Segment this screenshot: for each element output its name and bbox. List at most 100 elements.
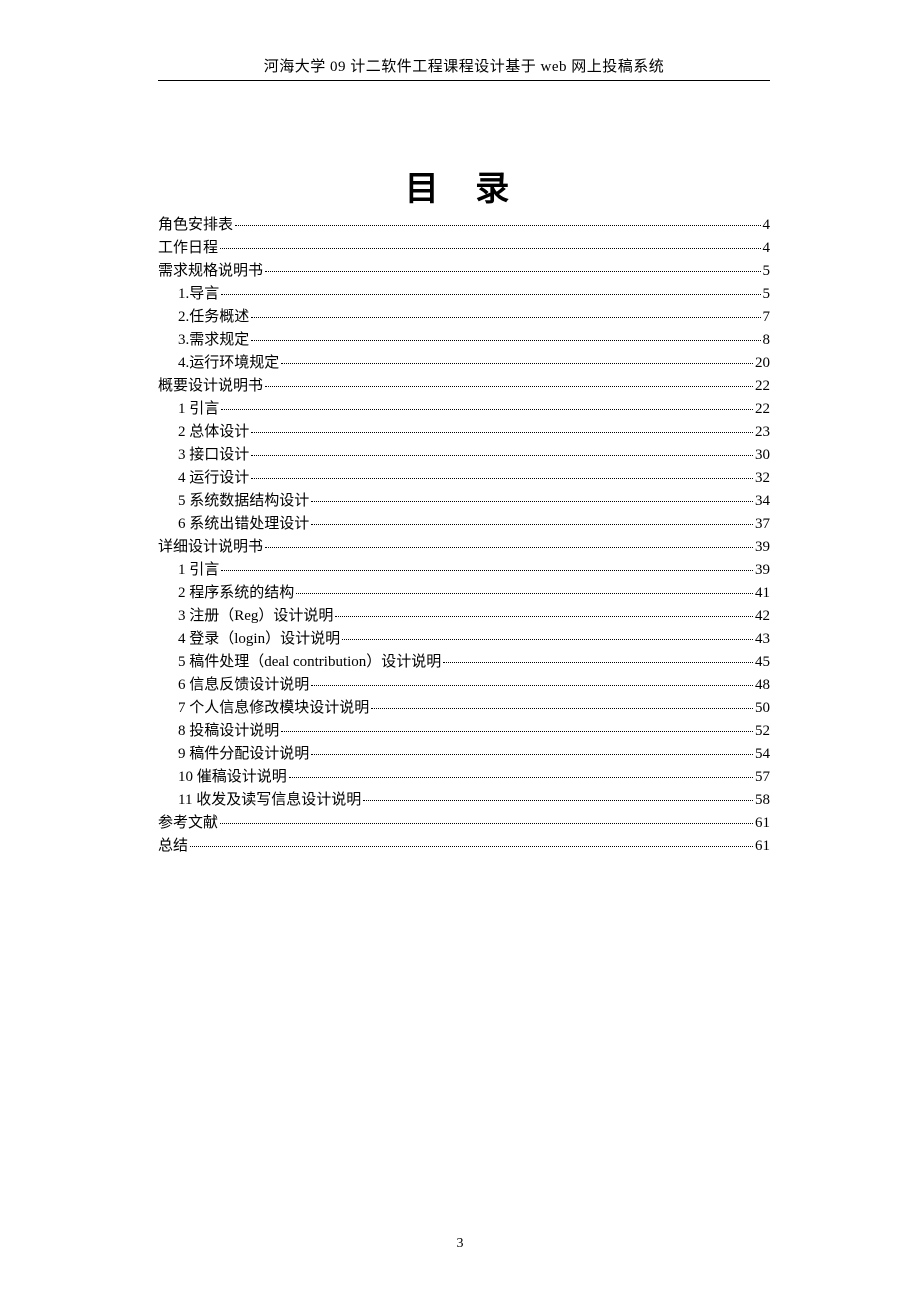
toc-entry-label: 3 注册（Reg）设计说明 xyxy=(178,609,333,624)
toc-leader xyxy=(311,501,753,502)
toc-entry-label: 角色安排表 xyxy=(158,218,233,233)
toc-row: 概要设计说明书 22 xyxy=(158,379,770,394)
toc-entry-page: 42 xyxy=(755,609,770,624)
toc-entry-label: 11 收发及读写信息设计说明 xyxy=(178,793,361,808)
toc-row: 11 收发及读写信息设计说明 58 xyxy=(158,793,770,808)
toc-entry-page: 57 xyxy=(755,770,770,785)
toc-entry-label: 1 引言 xyxy=(178,402,219,417)
toc-row: 参考文献 61 xyxy=(158,816,770,831)
toc-entry-page: 4 xyxy=(763,218,771,233)
toc-leader xyxy=(221,294,760,295)
toc-entry-page: 34 xyxy=(755,494,770,509)
toc-entry-label: 参考文献 xyxy=(158,816,218,831)
toc-leader xyxy=(251,432,753,433)
page: 河海大学 09 计二软件工程课程设计基于 web 网上投稿系统 目 录 角色安排… xyxy=(0,0,920,1302)
toc-entry-label: 8 投稿设计说明 xyxy=(178,724,279,739)
toc-row: 5 稿件处理（deal contribution）设计说明45 xyxy=(158,655,770,670)
toc-row: 3 接口设计30 xyxy=(158,448,770,463)
toc-leader xyxy=(265,386,753,387)
toc-entry-label: 工作日程 xyxy=(158,241,218,256)
toc-leader xyxy=(311,754,753,755)
toc-entry-page: 23 xyxy=(755,425,770,440)
toc-row: 6 系统出错处理设计 37 xyxy=(158,517,770,532)
toc-leader xyxy=(363,800,753,801)
toc-leader xyxy=(289,777,753,778)
toc-entry-label: 6 信息反馈设计说明 xyxy=(178,678,309,693)
toc-leader xyxy=(335,616,753,617)
toc-entry-page: 22 xyxy=(755,402,770,417)
toc-leader xyxy=(251,317,760,318)
toc-row: 10 催稿设计说明 57 xyxy=(158,770,770,785)
toc-entry-page: 39 xyxy=(755,540,770,555)
toc-row: 需求规格说明书5 xyxy=(158,264,770,279)
toc-entry-page: 52 xyxy=(755,724,770,739)
toc-entry-page: 20 xyxy=(755,356,770,371)
toc-leader xyxy=(221,409,753,410)
toc-entry-page: 50 xyxy=(755,701,770,716)
toc-leader xyxy=(220,248,760,249)
page-number: 3 xyxy=(0,1236,920,1252)
toc-row: 1.导言 5 xyxy=(158,287,770,302)
toc-row: 5 系统数据结构设计34 xyxy=(158,494,770,509)
toc-entry-label: 3 接口设计 xyxy=(178,448,249,463)
toc-leader xyxy=(190,846,753,847)
toc-leader xyxy=(296,593,753,594)
toc-entry-label: 总结 xyxy=(158,839,188,854)
toc-row: 8 投稿设计说明 52 xyxy=(158,724,770,739)
toc-row: 2.任务概述7 xyxy=(158,310,770,325)
toc-entry-page: 43 xyxy=(755,632,770,647)
toc-leader xyxy=(281,731,753,732)
running-head: 河海大学 09 计二软件工程课程设计基于 web 网上投稿系统 xyxy=(158,55,770,81)
toc-entry-label: 概要设计说明书 xyxy=(158,379,263,394)
toc-entry-page: 32 xyxy=(755,471,770,486)
toc-row: 6 信息反馈设计说明48 xyxy=(158,678,770,693)
toc-leader xyxy=(221,570,753,571)
toc-row: 3.需求规定 8 xyxy=(158,333,770,348)
toc-entry-label: 1.导言 xyxy=(178,287,219,302)
toc-entry-page: 61 xyxy=(755,839,770,854)
toc-leader xyxy=(281,363,753,364)
toc-leader xyxy=(251,478,753,479)
toc-entry-page: 61 xyxy=(755,816,770,831)
toc-entry-label: 1 引言 xyxy=(178,563,219,578)
toc-row: 4 运行设计32 xyxy=(158,471,770,486)
toc-leader xyxy=(251,455,753,456)
toc-entry-page: 45 xyxy=(755,655,770,670)
toc-entry-page: 5 xyxy=(763,287,771,302)
toc-entry-label: 需求规格说明书 xyxy=(158,264,263,279)
toc-row: 1 引言39 xyxy=(158,563,770,578)
toc-entry-label: 2 总体设计 xyxy=(178,425,249,440)
toc-entry-page: 54 xyxy=(755,747,770,762)
toc-row: 详细设计说明书 39 xyxy=(158,540,770,555)
toc-leader xyxy=(265,547,753,548)
toc-row: 9 稿件分配设计说明 54 xyxy=(158,747,770,762)
toc-entry-page: 7 xyxy=(763,310,771,325)
toc-entry-page: 22 xyxy=(755,379,770,394)
toc-leader xyxy=(220,823,753,824)
toc-row: 1 引言 22 xyxy=(158,402,770,417)
toc-row: 7 个人信息修改模块设计说明50 xyxy=(158,701,770,716)
toc-entry-label: 4.运行环境规定 xyxy=(178,356,279,371)
toc-row: 工作日程 4 xyxy=(158,241,770,256)
toc-entry-page: 8 xyxy=(763,333,771,348)
toc-leader xyxy=(371,708,753,709)
toc-row: 2 总体设计 23 xyxy=(158,425,770,440)
toc-entry-label: 6 系统出错处理设计 xyxy=(178,517,309,532)
toc-leader xyxy=(311,685,753,686)
toc-entry-label: 3.需求规定 xyxy=(178,333,249,348)
toc-entry-label: 10 催稿设计说明 xyxy=(178,770,287,785)
toc-entry-label: 9 稿件分配设计说明 xyxy=(178,747,309,762)
toc-entry-page: 37 xyxy=(755,517,770,532)
toc-entry-label: 详细设计说明书 xyxy=(158,540,263,555)
toc-entry-page: 4 xyxy=(763,241,771,256)
toc-leader xyxy=(443,662,753,663)
toc-entry-page: 58 xyxy=(755,793,770,808)
toc-row: 3 注册（Reg）设计说明 42 xyxy=(158,609,770,624)
toc-title: 目 录 xyxy=(158,161,770,210)
toc-row: 4 登录（login）设计说明 43 xyxy=(158,632,770,647)
toc-leader xyxy=(251,340,760,341)
toc-entry-label: 4 登录（login）设计说明 xyxy=(178,632,340,647)
toc-leader xyxy=(342,639,753,640)
toc-leader xyxy=(311,524,753,525)
toc-leader xyxy=(235,225,760,226)
